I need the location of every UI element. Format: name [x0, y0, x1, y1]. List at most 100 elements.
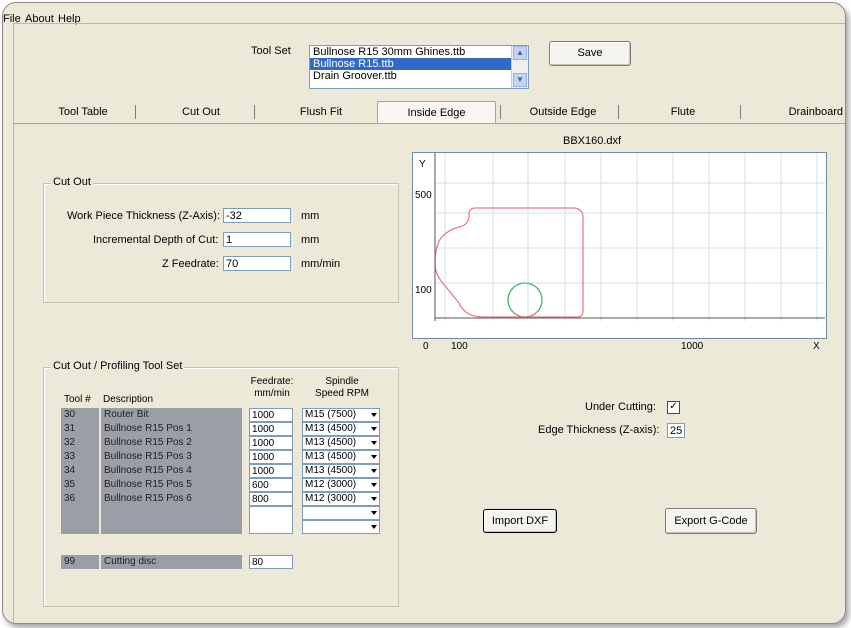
tool-feedrate-cell[interactable]: 80	[249, 555, 293, 569]
import-dxf-button[interactable]: Import DXF	[483, 509, 557, 533]
tool-feedrate-cell[interactable]	[249, 506, 293, 534]
chevron-down-icon[interactable]	[371, 413, 377, 417]
chevron-down-icon[interactable]	[371, 483, 377, 487]
scroll-up-icon[interactable]: ▲	[513, 46, 527, 60]
spindle-speed-select[interactable]	[302, 506, 380, 520]
tab-drainboard[interactable]: Drainboard	[753, 101, 843, 123]
thickness-unit: mm	[301, 210, 320, 222]
toolset-option[interactable]: Bullnose R15 30mm Ghines.ttb	[310, 46, 528, 58]
x-tick-0: 0	[423, 341, 429, 352]
dxf-canvas	[434, 153, 825, 321]
tab-panel-border	[13, 123, 845, 124]
tool-feedrate-cell[interactable]: 1000	[249, 464, 293, 478]
tool-description-cell: Bullnose R15 Pos 1	[101, 422, 242, 436]
tool-number-cell: 30	[61, 408, 99, 422]
tool-feedrate-cell[interactable]: 1000	[249, 436, 293, 450]
chevron-down-icon[interactable]	[371, 525, 377, 529]
chevron-down-icon[interactable]	[371, 497, 377, 501]
col-header-feedrate: Feedrate:	[250, 376, 294, 387]
chevron-down-icon[interactable]	[371, 455, 377, 459]
y-axis-label: Y	[419, 159, 426, 170]
spindle-speed-value: M13 (4500)	[305, 465, 357, 476]
toolset-scrollbar[interactable]: ▲ ▼	[511, 46, 528, 88]
tab-flush-fit[interactable]: Flush Fit	[271, 101, 371, 123]
depth-unit: mm	[301, 234, 320, 246]
spindle-speed-select[interactable]: M13 (4500)	[302, 422, 380, 436]
chevron-down-icon[interactable]	[371, 511, 377, 515]
tool-number-cell	[61, 506, 99, 534]
spindle-speed-select[interactable]: M13 (4500)	[302, 436, 380, 450]
thickness-input[interactable]: -32	[223, 208, 291, 223]
under-cutting-checkbox[interactable]: ✓	[667, 401, 680, 414]
tool-description-cell: Bullnose R15 Pos 5	[101, 478, 242, 492]
tool-number-cell: 33	[61, 450, 99, 464]
tab-bar: Tool Table Cut Out Flush Fit Inside Edge…	[13, 101, 843, 124]
tab-outside-edge[interactable]: Outside Edge	[513, 101, 613, 123]
spindle-speed-select[interactable]: M13 (4500)	[302, 464, 380, 478]
spindle-speed-value: M12 (3000)	[305, 479, 357, 490]
tab-flute[interactable]: Flute	[633, 101, 733, 123]
zfeed-input[interactable]: 70	[223, 256, 291, 271]
tab-separator	[500, 105, 501, 119]
col-header-description: Description	[103, 394, 154, 405]
tool-description-cell	[101, 506, 242, 534]
zfeed-unit: mm/min	[301, 258, 341, 270]
tool-number-cell: 35	[61, 478, 99, 492]
tool-feedrate-cell[interactable]: 800	[249, 492, 293, 506]
spindle-speed-select[interactable]: M12 (3000)	[302, 478, 380, 492]
tab-inside-edge[interactable]: Inside Edge	[377, 101, 496, 124]
export-gcode-button[interactable]: Export G-Code	[665, 508, 757, 534]
tool-description-cell: Cutting disc	[101, 555, 242, 569]
tool-description-cell: Bullnose R15 Pos 3	[101, 450, 242, 464]
chevron-down-icon[interactable]	[371, 427, 377, 431]
toolset-listbox[interactable]: Bullnose R15 30mm Ghines.ttb Bullnose R1…	[309, 45, 529, 89]
tool-description-cell: Bullnose R15 Pos 6	[101, 492, 242, 506]
under-cutting-label: Under Cutting:	[585, 401, 656, 413]
plot-title: BBX160.dxf	[563, 135, 622, 147]
toolset-option-selected[interactable]: Bullnose R15.ttb	[310, 58, 528, 70]
tool-number-cell: 31	[61, 422, 99, 436]
spindle-speed-value: M15 (7500)	[305, 409, 357, 420]
chevron-down-icon[interactable]	[371, 469, 377, 473]
spindle-speed-select[interactable]: M12 (3000)	[302, 492, 380, 506]
toolset-label: Tool Set	[251, 45, 291, 57]
tool-feedrate-cell[interactable]: 1000	[249, 450, 293, 464]
spindle-speed-value: M13 (4500)	[305, 451, 357, 462]
tool-number-cell: 36	[61, 492, 99, 506]
edge-thickness-label: Edge Thickness (Z-axis):	[538, 424, 660, 436]
tool-feedrate-cell[interactable]: 1000	[249, 408, 293, 422]
tool-number-cell: 32	[61, 436, 99, 450]
zfeed-label: Z Feedrate:	[162, 258, 219, 270]
tab-tool-table[interactable]: Tool Table	[33, 101, 133, 123]
y-tick-500: 500	[415, 190, 432, 201]
spindle-speed-value: M12 (3000)	[305, 493, 357, 504]
depth-input[interactable]: 1	[223, 232, 291, 247]
tool-feedrate-cell[interactable]: 600	[249, 478, 293, 492]
spindle-speed-select[interactable]: M13 (4500)	[302, 450, 380, 464]
spindle-speed-select[interactable]: M15 (7500)	[302, 408, 380, 422]
tab-separator	[254, 105, 255, 119]
thickness-label: Work Piece Thickness (Z-Axis):	[67, 210, 221, 222]
y-tick-100: 100	[415, 285, 432, 296]
tab-separator	[740, 105, 741, 119]
edge-thickness-input[interactable]: 25	[667, 423, 685, 438]
tab-separator	[618, 105, 619, 119]
toolset-option[interactable]: Drain Groover.ttb	[310, 70, 528, 82]
chevron-down-icon[interactable]	[371, 441, 377, 445]
x-axis-label: X	[813, 341, 820, 352]
scroll-down-icon[interactable]: ▼	[513, 73, 527, 87]
spindle-speed-select[interactable]	[302, 520, 380, 534]
tab-cut-out[interactable]: Cut Out	[151, 101, 251, 123]
tool-number-cell: 34	[61, 464, 99, 478]
spindle-speed-value: M13 (4500)	[305, 437, 357, 448]
save-button[interactable]: Save	[549, 41, 631, 66]
depth-label: Incremental Depth of Cut:	[93, 234, 219, 246]
profiling-toolset-title: Cut Out / Profiling Tool Set	[51, 360, 185, 372]
tool-feedrate-cell[interactable]: 1000	[249, 422, 293, 436]
tool-number-cell: 99	[61, 555, 99, 569]
col-header-tool: Tool #	[64, 394, 91, 405]
col-header-feedrate-unit: mm/min	[254, 388, 290, 399]
col-header-spindle-unit: Speed RPM	[315, 388, 369, 399]
cutout-group-title: Cut Out	[51, 176, 93, 188]
app-window: File About Help Tool Set Bullnose R15 30…	[2, 2, 846, 624]
